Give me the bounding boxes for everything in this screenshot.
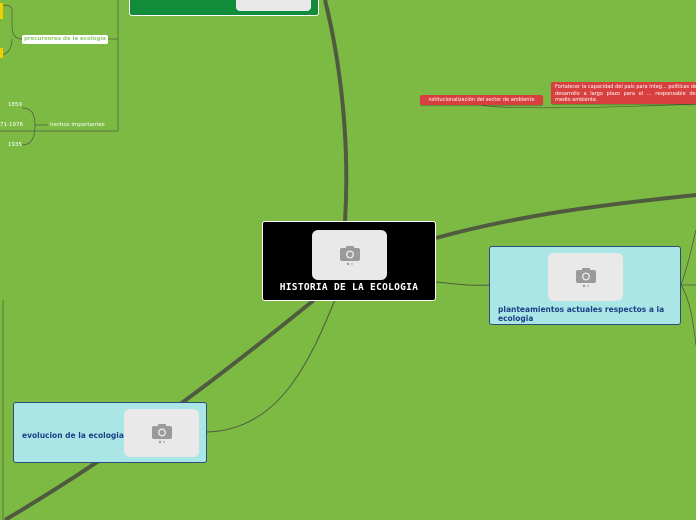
subtopic-hechos[interactable]: hechos importantes xyxy=(50,122,105,128)
image-placeholder[interactable] xyxy=(548,253,623,301)
subtopic-institucionalizacion[interactable]: nstitucionalización del sector de ambien… xyxy=(420,95,543,105)
image-placeholder[interactable] xyxy=(124,409,199,457)
connector-top xyxy=(323,0,349,223)
subtopic-edge-marker[interactable] xyxy=(0,3,3,19)
camera-icon xyxy=(575,268,596,288)
year-1859[interactable]: 1859 xyxy=(8,102,22,108)
subtopic-edge-marker[interactable] xyxy=(0,48,3,58)
topic-planteamientos[interactable]: planteamientos actuales respectos a la e… xyxy=(489,246,681,325)
topic-evolucion[interactable]: evolucion de la ecologia xyxy=(13,402,207,463)
camera-icon xyxy=(339,246,360,266)
topic-label: planteamientos actuales respectos a la e… xyxy=(498,305,665,323)
central-title: HISTORIA DE LA ECOLOGIA xyxy=(279,282,419,293)
top-topic[interactable] xyxy=(129,0,319,16)
connector-right-node xyxy=(435,281,490,286)
subtopic-precursores[interactable]: precursores de la ecologia xyxy=(22,35,108,44)
image-placeholder[interactable] xyxy=(236,0,311,11)
connector-right-long xyxy=(435,193,696,240)
year-1935[interactable]: 1935 xyxy=(8,142,22,148)
central-topic[interactable]: HISTORIA DE LA ECOLOGIA xyxy=(262,221,436,301)
subtopic-fortalecer[interactable]: Fortalecer la capacidad del país para in… xyxy=(551,82,696,104)
camera-icon xyxy=(151,424,172,444)
topic-label: evolucion de la ecologia xyxy=(22,431,124,440)
connector-left-node xyxy=(206,299,336,433)
year-1971[interactable]: 71-1976 xyxy=(0,122,23,128)
image-placeholder[interactable] xyxy=(312,230,387,280)
